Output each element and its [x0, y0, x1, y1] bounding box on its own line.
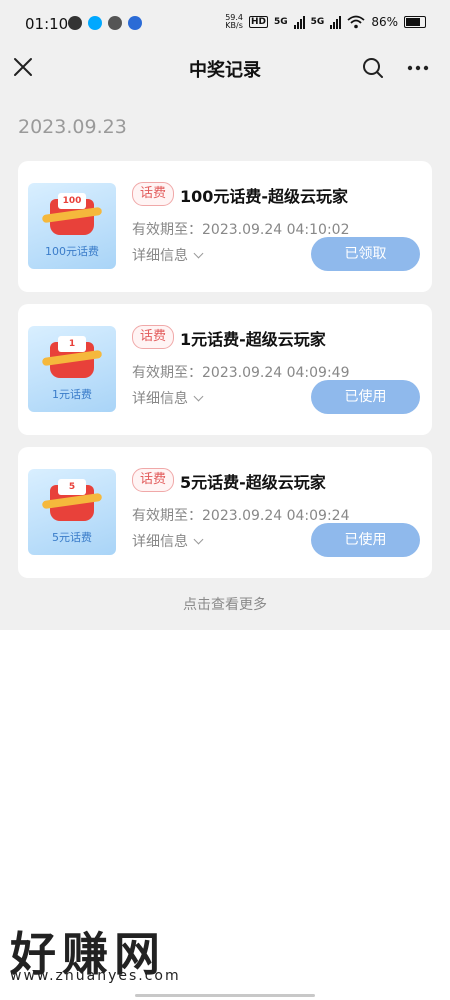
category-tag: 话费 [132, 182, 174, 206]
thumb-badge: 5 [58, 479, 86, 495]
chat-bubble-icon [68, 16, 82, 30]
thumb-badge: 1 [58, 336, 86, 352]
prize-card: 1 1元话费 话费 1元话费-超级云玩家 有效期至：2023.09.24 04:… [18, 304, 432, 435]
prize-thumbnail: 5 5元话费 [28, 469, 116, 555]
thumb-label: 5元话费 [52, 531, 92, 544]
validity-date: 有效期至：2023.09.24 04:09:49 [132, 365, 350, 381]
telecom-icon [128, 16, 142, 30]
watermark-url: www.zhuanyes.com [10, 968, 181, 984]
thumb-label: 1元话费 [52, 388, 92, 401]
search-icon[interactable] [361, 56, 385, 80]
details-toggle[interactable]: 详细信息 [132, 388, 204, 408]
validity-date: 有效期至：2023.09.24 04:09:24 [132, 508, 350, 524]
hd-icon: HD [249, 16, 269, 28]
battery-percent: 86% [371, 15, 398, 29]
home-indicator[interactable] [135, 994, 315, 997]
more-icon[interactable] [406, 56, 430, 80]
prize-title: 100元话费-超级云玩家 [180, 187, 349, 206]
app-icon [108, 16, 122, 30]
record-date: 2023.09.23 [18, 116, 127, 138]
network-speed: 59.4 KB/s [225, 13, 243, 30]
prize-card: 5 5元话费 话费 5元话费-超级云玩家 有效期至：2023.09.24 04:… [18, 447, 432, 578]
category-tag: 话费 [132, 468, 174, 492]
category-tag: 话费 [132, 325, 174, 349]
thumb-label: 100元话费 [45, 245, 99, 258]
details-toggle[interactable]: 详细信息 [132, 245, 204, 265]
signal-5g-label-2: 5G [310, 17, 325, 27]
chevron-down-icon [193, 534, 204, 545]
status-time: 01:10 [25, 15, 69, 33]
signal-icon-2 [330, 15, 342, 29]
battery-icon [404, 16, 426, 28]
title-bar: 中奖记录 [0, 48, 450, 92]
prize-title: 5元话费-超级云玩家 [180, 473, 326, 492]
load-more-link[interactable]: 点击查看更多 [0, 594, 450, 614]
chevron-down-icon [193, 391, 204, 402]
qq-icon [88, 16, 102, 30]
prize-title: 1元话费-超级云玩家 [180, 330, 326, 349]
details-toggle[interactable]: 详细信息 [132, 531, 204, 551]
used-button[interactable]: 已使用 [311, 380, 420, 414]
chevron-down-icon [193, 248, 204, 259]
status-bar: 01:10 59.4 KB/s HD 5G 5G 86% [0, 0, 450, 48]
wifi-icon [347, 15, 365, 29]
validity-date: 有效期至：2023.09.24 04:10:02 [132, 222, 350, 238]
prize-thumbnail: 100 100元话费 [28, 183, 116, 269]
notification-icons [68, 16, 142, 30]
prize-thumbnail: 1 1元话费 [28, 326, 116, 412]
thumb-badge: 100 [58, 193, 86, 209]
claimed-button[interactable]: 已领取 [311, 237, 420, 271]
signal-icon [293, 15, 305, 29]
signal-5g-label: 5G [274, 17, 288, 27]
prize-card: 100 100元话费 话费 100元话费-超级云玩家 有效期至：2023.09.… [18, 161, 432, 292]
status-right: 59.4 KB/s HD 5G 5G 86% [225, 14, 426, 30]
used-button[interactable]: 已使用 [311, 523, 420, 557]
